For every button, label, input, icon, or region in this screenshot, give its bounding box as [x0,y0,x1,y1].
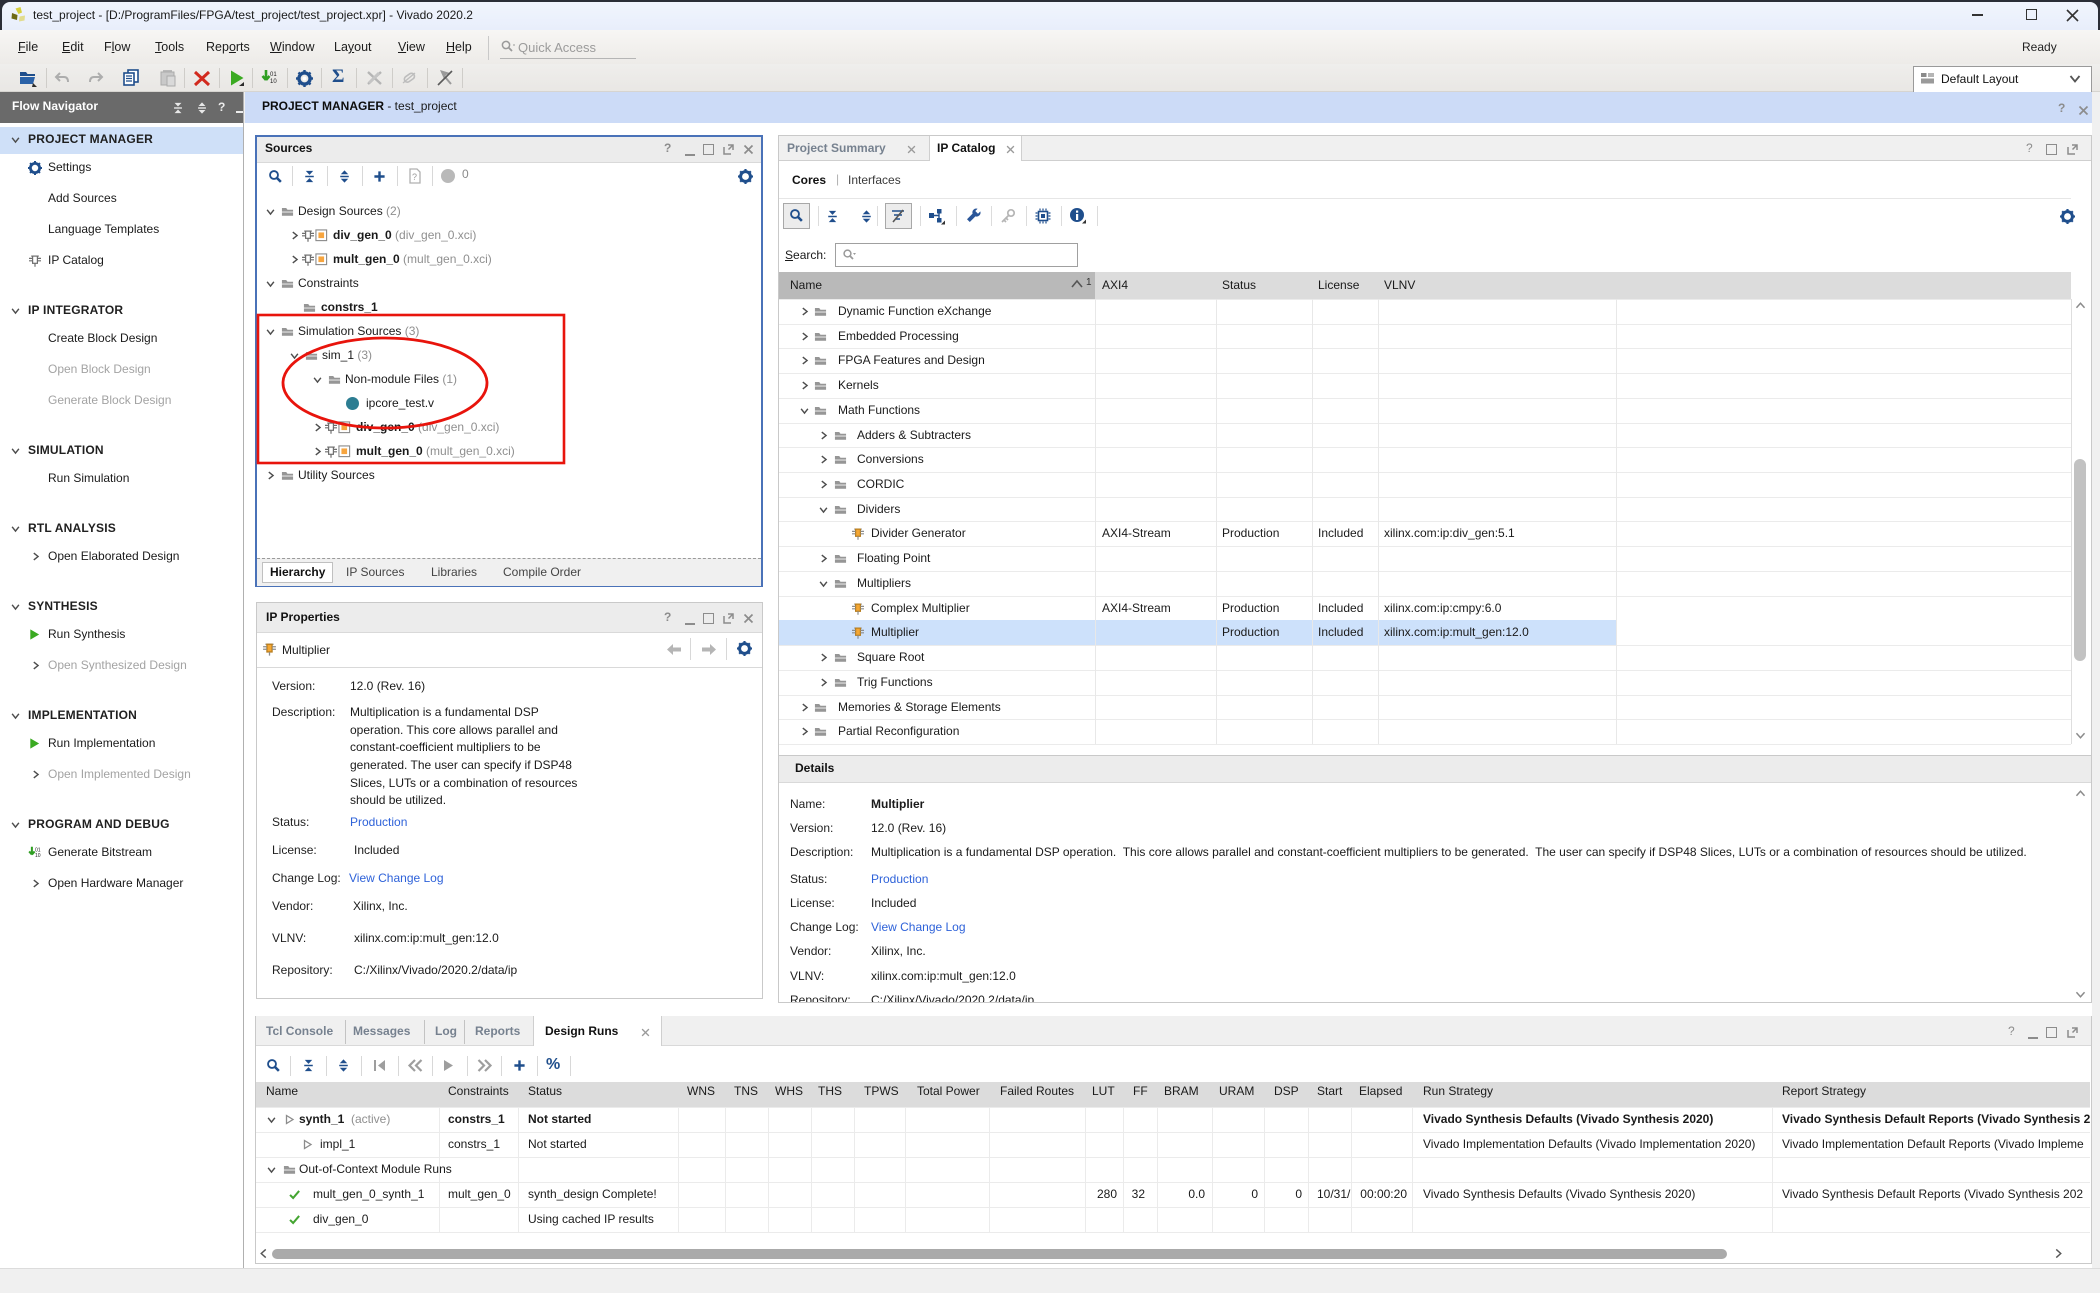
svg-text:10: 10 [35,853,41,859]
svg-text:10: 10 [270,79,277,85]
svg-text:01: 01 [270,72,277,78]
svg-text:?: ? [412,172,417,182]
